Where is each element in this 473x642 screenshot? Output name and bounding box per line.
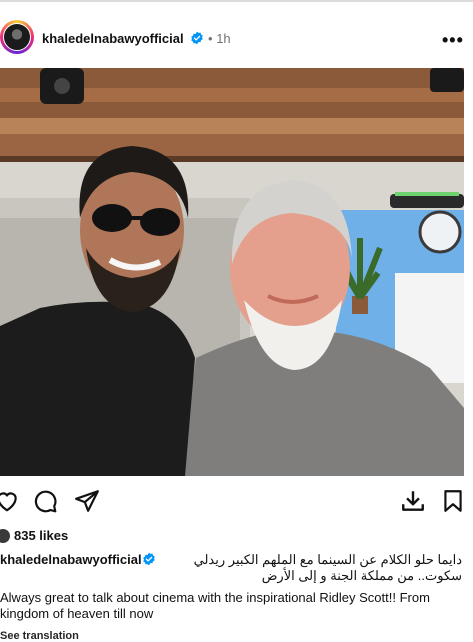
likes-text: 835 likes [14,528,69,543]
see-translation-link[interactable]: See translation [0,630,79,642]
verified-badge-icon [143,552,155,566]
time-ago: 1h [216,31,231,46]
share-icon[interactable] [74,488,100,514]
post-time: • 1h [208,31,231,46]
avatar-story-ring[interactable] [0,20,34,54]
post-photo[interactable] [0,68,464,476]
comment-icon[interactable] [32,488,58,514]
caption-username[interactable]: khaledelnabawyofficial [0,552,142,568]
post-username[interactable]: khaledelnabawyofficial [42,31,184,46]
avatar[interactable] [3,23,31,51]
bookmark-icon[interactable] [440,488,466,514]
more-options-icon[interactable]: ••• [442,30,464,51]
download-icon[interactable] [400,488,426,514]
top-divider [0,0,473,2]
verified-badge-icon [191,31,203,45]
action-bar [0,488,473,518]
caption-arabic-line-1: دايما حلو الكلام عن السينما مع الملهم ال… [193,552,462,567]
time-separator: • [208,31,213,46]
caption-arabic-line-2: سكوت.. من مملكة الجنة و إلى الأرض [261,568,462,583]
liked-by-avatar [0,529,10,543]
post-header: khaledelnabawyofficial • 1h ••• [0,18,473,62]
caption-english: Always great to talk about cinema with t… [0,590,430,621]
heart-icon[interactable] [0,488,20,514]
